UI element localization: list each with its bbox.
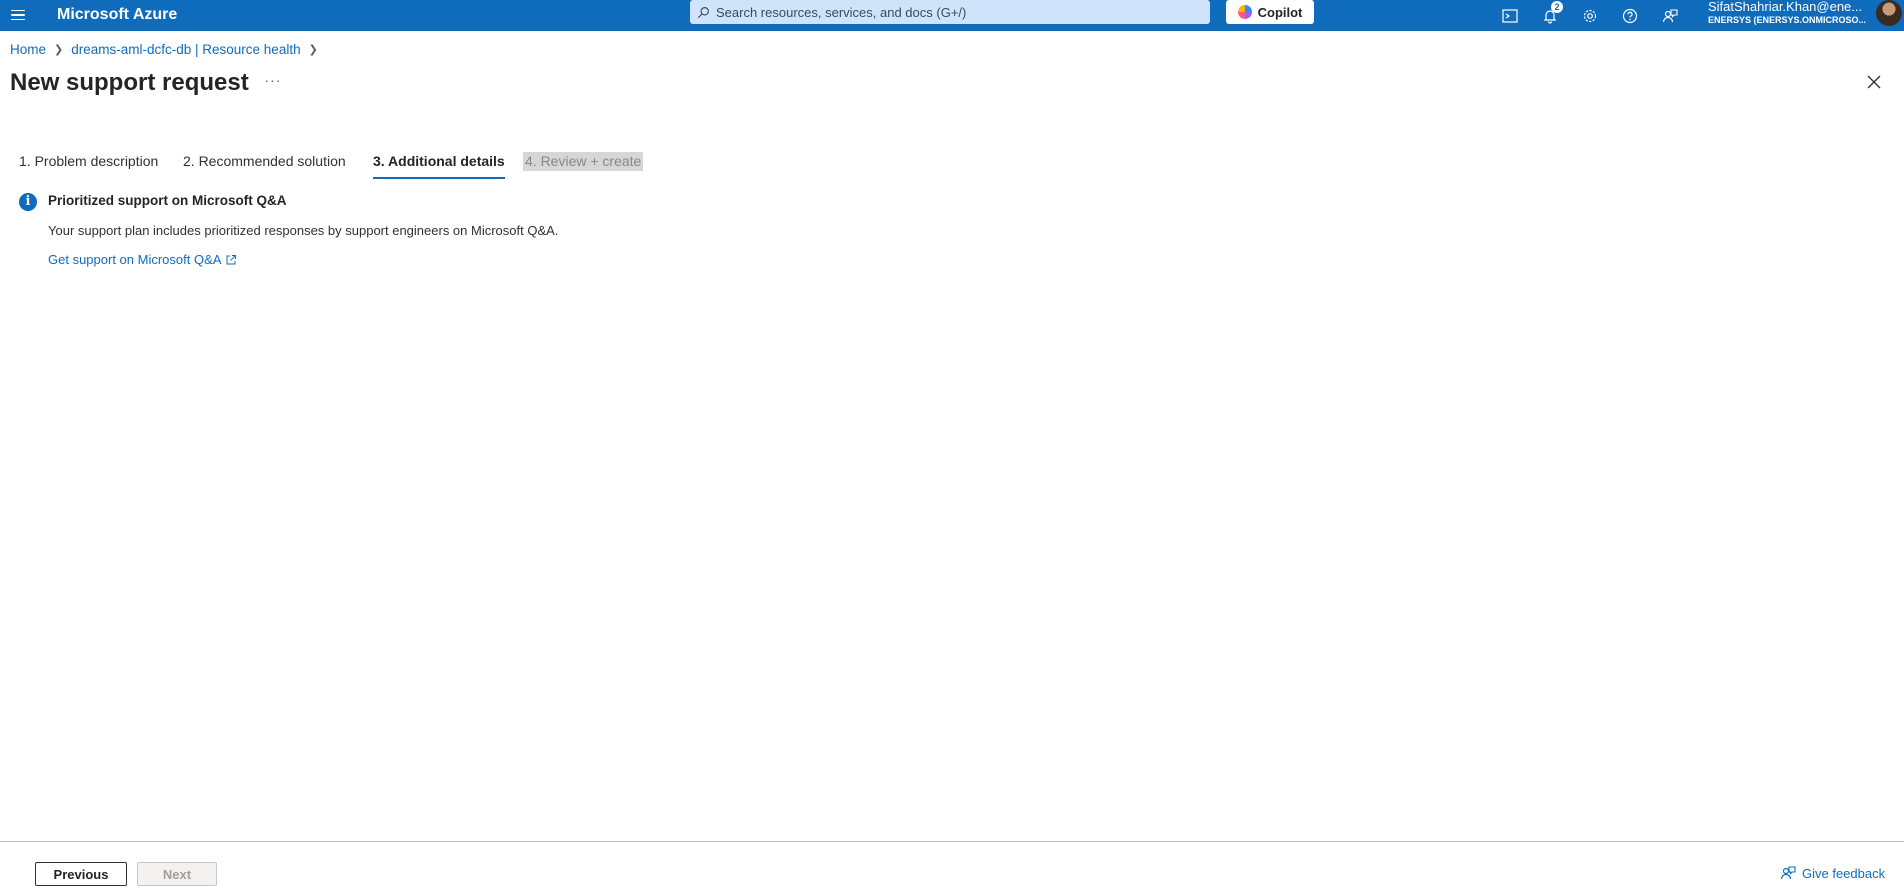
tab-review-create: 4. Review + create xyxy=(523,152,644,171)
settings-button[interactable] xyxy=(1570,0,1610,31)
feedback-button[interactable] xyxy=(1650,0,1690,31)
copilot-label: Copilot xyxy=(1257,4,1303,20)
account-menu[interactable]: SifatShahriar.Khan@ene... ENERSYS (ENERS… xyxy=(1708,0,1873,31)
give-feedback-label: Give feedback xyxy=(1802,865,1886,881)
feedback-icon xyxy=(1780,866,1796,880)
chevron-right-icon: ❯ xyxy=(54,43,64,56)
help-button[interactable] xyxy=(1610,0,1650,31)
breadcrumb: Home ❯ dreams-aml-dcfc-db | Resource hea… xyxy=(10,41,326,57)
info-title: Prioritized support on Microsoft Q&A xyxy=(48,193,287,208)
copilot-icon xyxy=(1237,5,1252,19)
notification-badge: 2 xyxy=(1551,1,1563,13)
qa-support-link-label: Get support on Microsoft Q&A xyxy=(48,252,222,267)
account-tenant: ENERSYS (ENERSYS.ONMICROSO... xyxy=(1708,15,1867,25)
top-bar: Microsoft Azure Copilot 2 SifatShahriar.… xyxy=(0,0,1904,31)
search-input[interactable] xyxy=(716,1,1196,23)
tab-problem-description[interactable]: 1. Problem description xyxy=(19,150,158,180)
breadcrumb-resource-health[interactable]: dreams-aml-dcfc-db | Resource health xyxy=(71,42,300,57)
footer: Previous Next Give feedback xyxy=(0,841,1904,894)
tab-additional-details[interactable]: 3. Additional details xyxy=(373,150,505,180)
brand-title[interactable]: Microsoft Azure xyxy=(57,3,177,27)
external-link-icon xyxy=(226,255,237,265)
global-search[interactable] xyxy=(690,0,1210,24)
page-title: New support request xyxy=(10,69,249,96)
more-options-button[interactable]: ··· xyxy=(263,70,283,94)
avatar[interactable] xyxy=(1876,0,1902,26)
next-button: Next xyxy=(137,862,217,886)
close-button[interactable] xyxy=(1862,70,1886,94)
chevron-right-icon: ❯ xyxy=(308,43,318,56)
copilot-button[interactable]: Copilot xyxy=(1226,0,1314,24)
info-body: Your support plan includes prioritized r… xyxy=(48,223,559,238)
breadcrumb-home[interactable]: Home xyxy=(10,42,46,57)
give-feedback-link[interactable]: Give feedback xyxy=(1780,865,1885,881)
gear-icon xyxy=(1583,9,1597,22)
cloud-shell-button[interactable] xyxy=(1490,0,1530,31)
notifications-button[interactable]: 2 xyxy=(1530,0,1570,31)
feedback-icon xyxy=(1662,8,1678,22)
qa-support-link[interactable]: Get support on Microsoft Q&A xyxy=(48,252,237,268)
terminal-icon xyxy=(1502,8,1518,23)
menu-icon[interactable] xyxy=(6,4,30,26)
info-icon: i xyxy=(19,193,37,211)
account-name: SifatShahriar.Khan@ene... xyxy=(1708,0,1863,13)
search-icon xyxy=(690,0,716,24)
tab-recommended-solution[interactable]: 2. Recommended solution xyxy=(183,150,346,180)
help-icon xyxy=(1622,8,1638,23)
previous-button[interactable]: Previous xyxy=(35,862,127,886)
close-icon xyxy=(1867,75,1881,89)
